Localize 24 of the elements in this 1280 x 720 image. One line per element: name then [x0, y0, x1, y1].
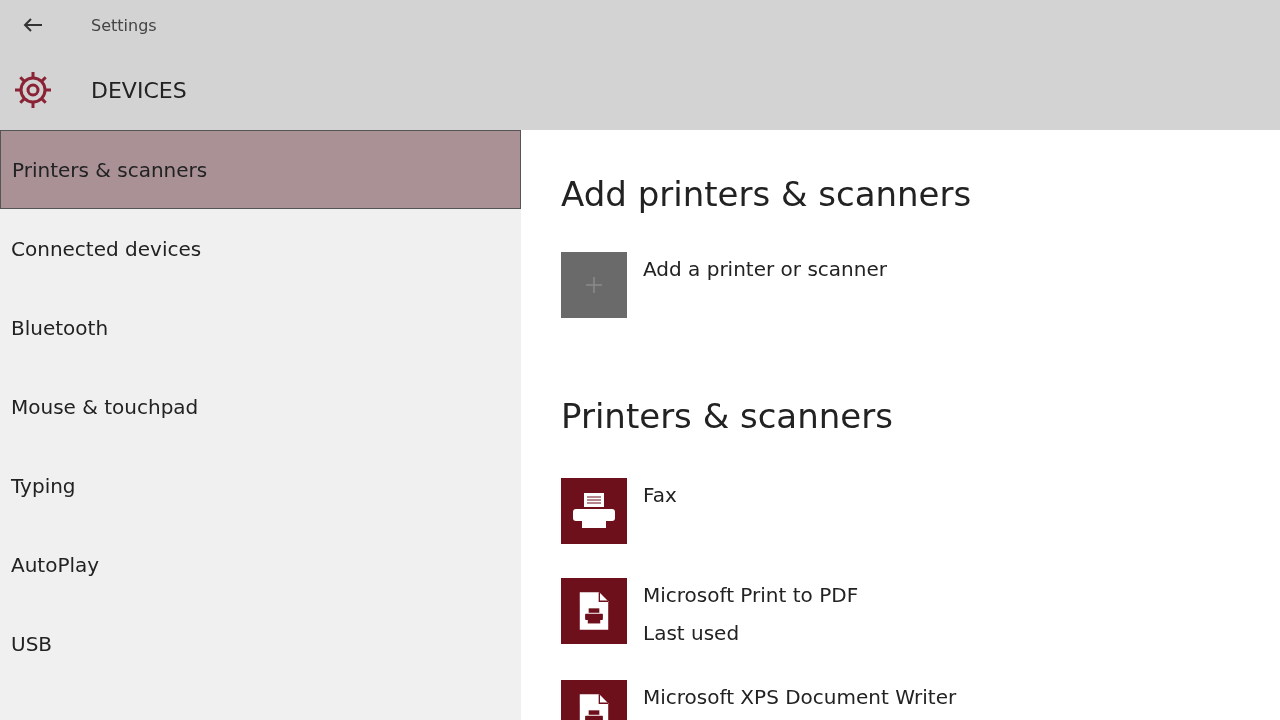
add-printer-link[interactable]: Add a printer or scanner — [643, 256, 887, 318]
window-title: Settings — [91, 15, 157, 35]
sidebar-item[interactable]: Connected devices — [0, 209, 521, 288]
device-name: Fax — [643, 482, 677, 508]
document-printer-icon — [578, 590, 610, 632]
device-name: Microsoft Print to PDF — [643, 582, 859, 608]
section-heading: Printers & scanners — [561, 396, 894, 436]
device-tile[interactable] — [561, 578, 627, 644]
sidebar-item[interactable]: Mouse & touchpad — [0, 367, 521, 446]
device-status: Last used — [643, 620, 741, 646]
sidebar-item[interactable]: Typing — [0, 446, 521, 525]
back-arrow-icon[interactable] — [23, 17, 43, 33]
sidebar-item[interactable]: AutoPlay — [0, 525, 521, 604]
device-tile[interactable] — [561, 478, 627, 544]
section-heading: Add printers & scanners — [561, 174, 973, 214]
device-name: Microsoft XPS Document Writer — [643, 684, 957, 710]
sidebar-item[interactable]: Bluetooth — [0, 288, 521, 367]
sidebar-item[interactable]: USB — [0, 604, 521, 683]
section-title: DEVICES — [91, 77, 187, 103]
sidebar-item[interactable]: Printers & scanners — [0, 130, 521, 209]
add-tile[interactable] — [561, 252, 627, 318]
gear-icon — [13, 70, 53, 110]
printer-icon — [570, 491, 618, 531]
plus-icon — [584, 275, 604, 295]
